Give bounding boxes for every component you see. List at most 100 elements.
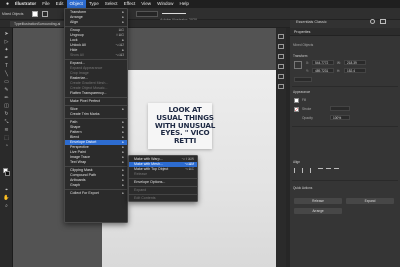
fill-color-swatch[interactable] (294, 98, 299, 103)
menu-divider (129, 186, 197, 187)
rectangle-tool-icon[interactable]: ▭ (3, 80, 10, 85)
menu-divider (65, 166, 127, 167)
w-field[interactable]: 218.39 (344, 60, 366, 65)
shape-builder-icon[interactable]: ◔ (3, 144, 10, 149)
symbols-panel-icon[interactable] (278, 74, 284, 79)
document-tab[interactable]: TypeIllustrationSurrounding.ai (10, 21, 65, 27)
menu-object[interactable]: Object (66, 0, 86, 8)
free-transform-icon[interactable]: ⬚ (3, 136, 10, 141)
menu-window[interactable]: Window (154, 0, 176, 8)
menu-item-label: Make with Top Object (134, 167, 169, 171)
appearance-section-label: Appearance (293, 90, 311, 94)
zoom-tool-icon[interactable]: ⌕ (3, 204, 10, 209)
brush-preview[interactable] (162, 13, 186, 14)
fill-swatch[interactable] (32, 11, 38, 17)
stroke-swatch[interactable] (42, 11, 48, 17)
eyedropper-tool-icon[interactable]: ⌖ (3, 188, 10, 193)
menu-help[interactable]: Help (176, 0, 191, 8)
align-top-icon[interactable] (318, 168, 323, 173)
x-field[interactable]: 544.7772 (312, 60, 334, 65)
brushes-panel-icon[interactable] (278, 64, 284, 69)
rotate-field[interactable] (294, 77, 312, 82)
menu-item-label: Graph (70, 183, 80, 187)
paintbrush-tool-icon[interactable]: ✎ (3, 88, 10, 93)
magic-wand-icon[interactable]: ✦ (3, 48, 10, 53)
object-menu-item-align[interactable]: Align ▸ (65, 20, 127, 25)
align-right-icon[interactable] (310, 168, 315, 173)
menu-item-label: Envelope Options... (134, 180, 166, 184)
selection-tool-icon[interactable]: ➤ (3, 32, 10, 37)
arrange-documents-icon[interactable] (380, 19, 386, 24)
arrange-button[interactable]: Arrange (294, 208, 342, 214)
menu-divider (65, 105, 127, 106)
object-menu-item-flatten-transparency[interactable]: Flatten Transparency... (65, 91, 127, 96)
menu-view[interactable]: View (138, 0, 154, 8)
opacity-label: Opacity (302, 116, 313, 120)
menu-file[interactable]: File (39, 0, 52, 8)
object-menu-item-text-wrap[interactable]: Text Wrap ▸ (65, 160, 127, 165)
align-left-icon[interactable] (294, 168, 299, 173)
y-field[interactable]: 489.7231 (312, 68, 334, 73)
align-bottom-icon[interactable] (334, 168, 339, 173)
object-menu-item-create-trim-marks[interactable]: Create Trim Marks (65, 112, 127, 117)
width-tool-icon[interactable]: ≋ (3, 128, 10, 133)
line-tool-icon[interactable]: ╲ (3, 72, 10, 77)
menu-item-label: Create Object Mosaic... (70, 86, 108, 90)
pen-tool-icon[interactable]: ✒ (3, 56, 10, 61)
menu-item-label: Text Wrap (70, 160, 87, 164)
menu-divider (65, 97, 127, 98)
rotate-tool-icon[interactable]: ↻ (3, 112, 10, 117)
menu-item-label: Arrange (70, 15, 83, 19)
apple-menu-icon[interactable]: ● (3, 0, 12, 8)
menu-select[interactable]: Select (102, 0, 121, 8)
menu-divider (65, 189, 127, 190)
stroke-weight-stepper[interactable] (330, 106, 350, 111)
menu-item-label: Lock (70, 38, 78, 42)
stroke-color-swatch[interactable] (294, 107, 299, 112)
object-menu-item-graph[interactable]: Graph ▸ (65, 183, 127, 188)
scale-tool-icon[interactable]: ⤡ (3, 120, 10, 125)
w-label: W: (337, 61, 341, 65)
menu-edit[interactable]: Edit (53, 0, 67, 8)
stroke-panel-icon[interactable] (278, 84, 284, 89)
menu-type[interactable]: Type (86, 0, 102, 8)
menu-item-label: Image Trace (70, 155, 90, 159)
menu-illustrator[interactable]: Illustrator (12, 0, 39, 8)
align-section-label: Align (293, 160, 301, 164)
hand-tool-icon[interactable]: ✋ (3, 196, 10, 201)
release-button[interactable]: Release (294, 198, 342, 204)
pencil-tool-icon[interactable]: ✏ (3, 96, 10, 101)
menu-item-label: Envelope Distort (70, 140, 97, 144)
submenu-arrow-icon: ▸ (122, 183, 124, 187)
menu-item-label: Slice (70, 107, 78, 111)
libraries-panel-icon[interactable] (278, 44, 284, 49)
align-middle-icon[interactable] (326, 168, 331, 173)
object-menu-item-collect-for-export[interactable]: Collect For Export ▸ (65, 191, 127, 196)
swatches-panel-icon[interactable] (278, 54, 284, 59)
workspace-switcher[interactable]: Essentials Classic (296, 20, 327, 24)
direct-selection-tool-icon[interactable]: ▷ (3, 40, 10, 45)
layers-panel-icon[interactable] (278, 34, 284, 39)
menu-item-label: Align (70, 20, 78, 24)
poster-text[interactable]: LOOK AT USUAL THINGS WITH UNUSUAL EYES. … (152, 106, 218, 145)
menu-item-label: Make Pixel Perfect (70, 99, 100, 103)
align-center-icon[interactable] (302, 168, 307, 173)
reference-point-icon[interactable] (294, 61, 302, 69)
stroke-weight-field[interactable] (136, 11, 158, 17)
w-value: 218.39 (347, 61, 357, 65)
envelope-menu-item-envelope-options[interactable]: Envelope Options... (129, 180, 197, 185)
menu-item-label: Edit Contents (134, 196, 156, 200)
menu-item-label: Compound Path (70, 173, 96, 177)
opacity-field[interactable]: 100% (330, 115, 350, 120)
h-field[interactable]: 152.4 (344, 68, 366, 73)
expand-button[interactable]: Expand (346, 198, 394, 204)
properties-tab[interactable]: Properties (290, 28, 400, 36)
eraser-tool-icon[interactable]: ◫ (3, 104, 10, 109)
menu-item-label: Ungroup (70, 33, 84, 37)
object-menu-item-make-pixel-perfect[interactable]: Make Pixel Perfect (65, 99, 127, 104)
menu-effect[interactable]: Effect (121, 0, 139, 8)
type-tool-icon[interactable]: T (3, 64, 10, 69)
menu-item-label: Artboards (70, 178, 86, 182)
fill-stroke-icon[interactable] (3, 168, 10, 178)
search-icon[interactable] (370, 19, 375, 24)
